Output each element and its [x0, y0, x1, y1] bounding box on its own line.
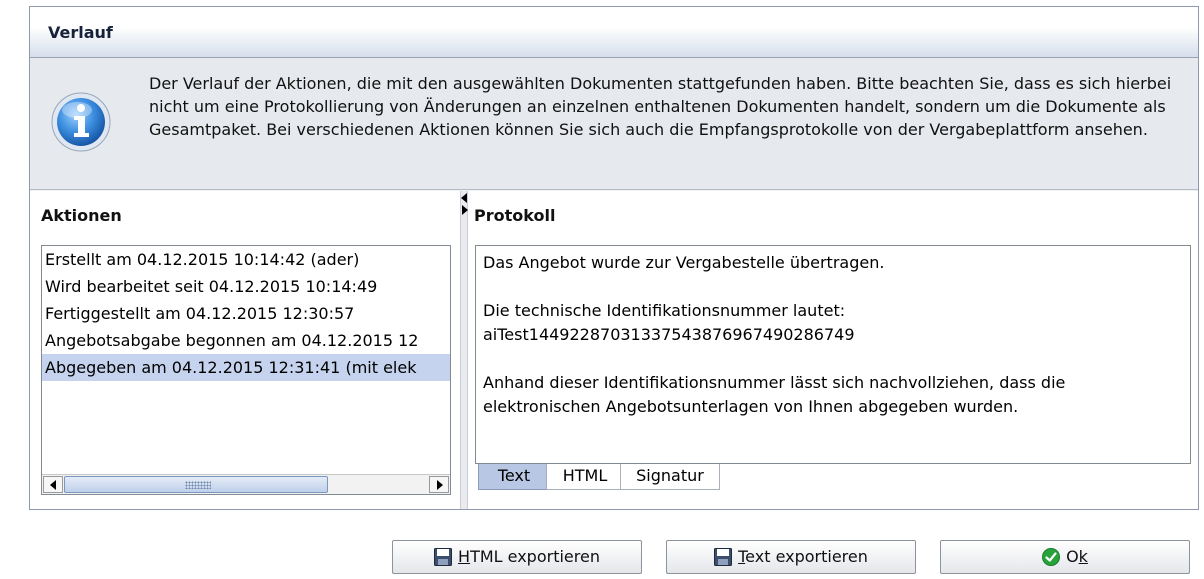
scroll-right-button[interactable] — [429, 476, 449, 493]
save-icon — [714, 548, 733, 566]
arrow-left-icon — [50, 480, 56, 490]
protocol-line: elektronischen Angebotsunterlagen von Ih… — [483, 397, 1019, 416]
panel-titlebar: Verlauf — [30, 7, 1198, 58]
html-export-button[interactable]: HTML exportieren — [392, 540, 642, 574]
info-text: Der Verlauf der Aktionen, die mit den au… — [149, 74, 1172, 139]
protocol-text[interactable]: Das Angebot wurde zur Vergabestelle über… — [475, 245, 1191, 464]
ok-button[interactable]: Ok — [940, 540, 1190, 574]
text-export-label: ext exportieren — [745, 547, 868, 566]
actions-hscrollbar[interactable] — [42, 474, 450, 494]
list-item[interactable]: Angebotsabgabe begonnen am 04.12.2015 12 — [42, 327, 450, 354]
grip-icon — [185, 481, 211, 489]
ok-mnemonic: k — [1078, 547, 1088, 566]
arrow-right-icon — [437, 480, 443, 490]
save-icon — [434, 548, 453, 566]
check-icon — [1042, 548, 1061, 566]
info-icon — [51, 92, 111, 152]
actions-pane: Aktionen Erstellt am 04.12.2015 10:14:42… — [30, 191, 460, 509]
ok-label-pre: O — [1066, 547, 1079, 566]
list-item[interactable]: Fertiggestellt am 04.12.2015 12:30:57 — [42, 300, 450, 327]
tab-signatur[interactable]: Signatur — [620, 464, 720, 490]
html-export-mnemonic: H — [458, 547, 471, 566]
info-box: Der Verlauf der Aktionen, die mit den au… — [30, 58, 1198, 190]
protocol-line — [483, 347, 1183, 371]
scroll-left-button[interactable] — [43, 476, 63, 493]
protocol-line: aiTest14492287031337543876967490286749 — [483, 325, 855, 344]
protocol-line — [483, 275, 1183, 299]
protocol-pane: Protokoll Das Angebot wurde zur Vergabes… — [468, 191, 1198, 509]
protocol-line: Die technische Identifikationsnummer lau… — [483, 301, 846, 320]
list-item[interactable]: Wird bearbeitet seit 04.12.2015 10:14:49 — [42, 273, 450, 300]
actions-list[interactable]: Erstellt am 04.12.2015 10:14:42 (ader) Wi… — [41, 245, 451, 495]
text-export-button[interactable]: Text exportieren — [666, 540, 916, 574]
actions-header: Aktionen — [41, 206, 122, 225]
history-panel: Verlauf Der Verlauf der Aktionen, die mi… — [29, 6, 1199, 510]
list-item[interactable]: Erstellt am 04.12.2015 10:14:42 (ader) — [42, 246, 450, 273]
protocol-line: Das Angebot wurde zur Vergabestelle über… — [483, 253, 885, 272]
protocol-header: Protokoll — [474, 206, 556, 225]
pane-splitter[interactable] — [460, 191, 468, 509]
panel-title: Verlauf — [48, 23, 113, 42]
collapse-left-icon[interactable] — [461, 193, 467, 203]
list-item[interactable]: Abgegeben am 04.12.2015 12:31:41 (mit el… — [42, 354, 450, 381]
protocol-line: Anhand dieser Identifikationsnummer läss… — [483, 373, 1066, 392]
tab-text[interactable]: Text — [478, 464, 550, 490]
scroll-thumb[interactable] — [64, 476, 328, 493]
tab-html[interactable]: HTML — [546, 464, 624, 490]
html-export-label: TML exportieren — [470, 547, 600, 566]
